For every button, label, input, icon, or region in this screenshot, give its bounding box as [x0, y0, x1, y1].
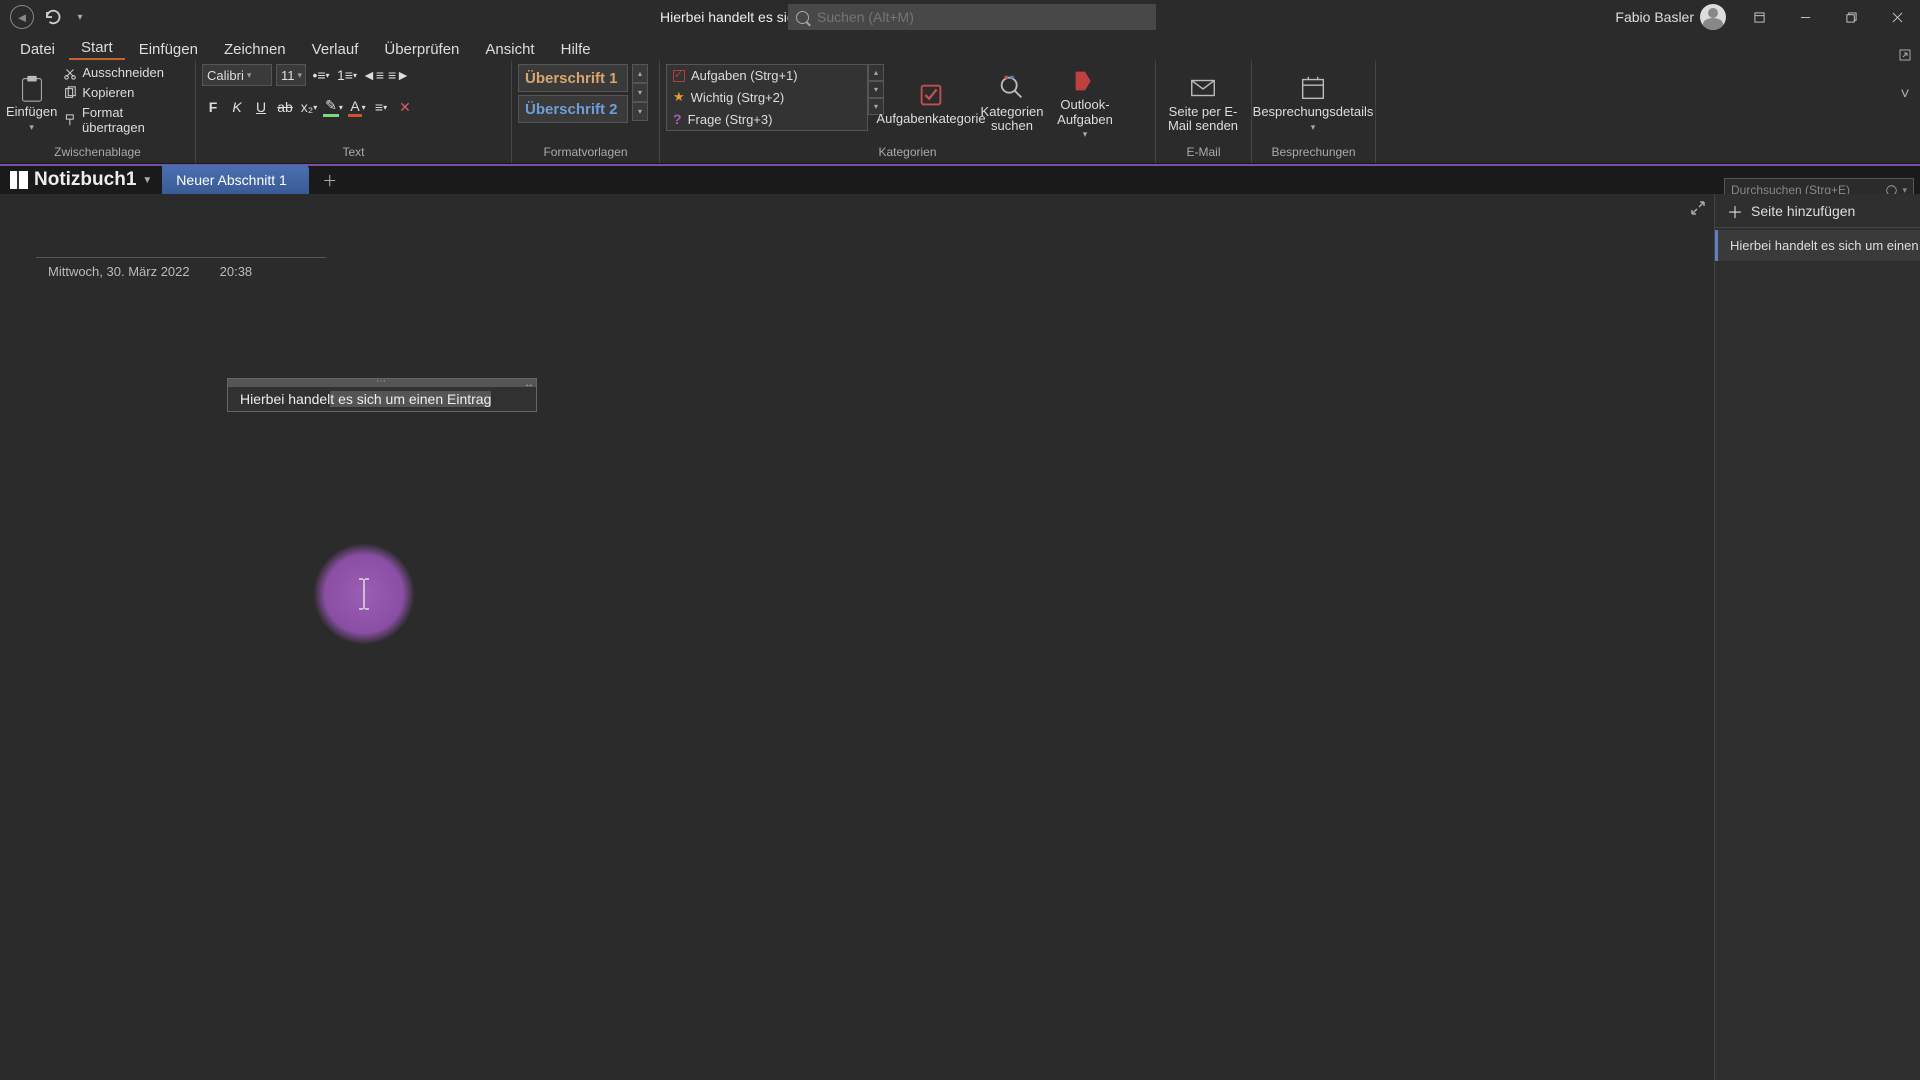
note-drag-handle[interactable]: ↔	[228, 379, 536, 387]
notebook-selector[interactable]: Notizbuch1 ▼	[0, 169, 162, 191]
ribbon-options-button[interactable]	[1896, 46, 1914, 64]
group-tags-label: Kategorien	[666, 143, 1149, 161]
group-text-label: Text	[202, 143, 505, 161]
tab-file[interactable]: Datei	[8, 37, 67, 60]
add-page-button[interactable]: ＋ Seite hinzufügen	[1715, 194, 1920, 228]
notebook-bar: Notizbuch1 ▼ Neuer Abschnitt 1 ＋	[0, 164, 1920, 194]
user-name[interactable]: Fabio Basler	[1615, 9, 1694, 25]
styles-down-button[interactable]: ▾	[632, 83, 648, 102]
underline-button[interactable]: U	[250, 96, 272, 118]
add-section-button[interactable]: ＋	[317, 167, 343, 193]
tag-important[interactable]: ★Wichtig (Strg+2)	[667, 86, 867, 108]
outlook-tasks-button[interactable]: Outlook-Aufgaben ▾	[1054, 64, 1116, 142]
page-title-area[interactable]	[36, 254, 326, 258]
style-heading2[interactable]: Überschrift 2	[518, 95, 628, 123]
tag-todo[interactable]: Aufgaben (Strg+1)	[667, 65, 867, 86]
chevron-down-icon: ▼	[142, 175, 152, 186]
email-page-button[interactable]: Seite per E-Mail senden	[1162, 64, 1244, 142]
back-button[interactable]: ◄	[10, 5, 34, 29]
tab-review[interactable]: Überprüfen	[372, 37, 471, 60]
font-size-combo[interactable]: 11▾	[276, 64, 306, 86]
tab-insert[interactable]: Einfügen	[127, 37, 210, 60]
group-clipboard-label: Zwischenablage	[6, 143, 189, 161]
clear-formatting-button[interactable]: ✕	[394, 96, 416, 118]
strikethrough-button[interactable]: ab	[274, 96, 296, 118]
tags-down-button[interactable]: ▾	[868, 81, 884, 98]
title-bar: ◄ ▾ Hierbei handelt es sich um einen Ein…	[0, 0, 1920, 34]
bullets-button[interactable]: •≡▾	[310, 64, 332, 86]
page-canvas[interactable]: Mittwoch, 30. März 2022 20:38 ↔ Hierbei …	[0, 194, 1714, 1080]
find-tags-button[interactable]: Kategorien suchen	[978, 64, 1046, 142]
font-color-button[interactable]: A▾	[346, 96, 368, 118]
checkbox-icon	[673, 70, 685, 82]
bold-button[interactable]: F	[202, 96, 224, 118]
subscript-button[interactable]: x₂▾	[298, 96, 320, 118]
meeting-details-button[interactable]: Besprechungsdetails ▾	[1258, 64, 1368, 142]
collapse-ribbon-button[interactable]: ˅	[1896, 86, 1914, 104]
format-painter-button[interactable]: Format übertragen	[61, 104, 189, 136]
avatar[interactable]	[1700, 4, 1726, 30]
section-tab[interactable]: Neuer Abschnitt 1	[162, 165, 309, 195]
align-button[interactable]: ≡▾	[370, 96, 392, 118]
note-text[interactable]: Hierbei handelt es sich um einen Eintrag	[228, 387, 536, 411]
font-name-combo[interactable]: Calibri▾	[202, 64, 272, 86]
page-time[interactable]: 20:38	[220, 264, 253, 279]
undo-button[interactable]	[42, 7, 62, 27]
group-email-label: E-Mail	[1162, 143, 1245, 161]
cursor-indicator	[314, 544, 414, 644]
tab-start[interactable]: Start	[69, 35, 125, 60]
question-icon: ?	[673, 111, 682, 127]
tag-question[interactable]: ?Frage (Strg+3)	[667, 108, 867, 130]
search-icon	[796, 11, 809, 24]
note-container[interactable]: ↔ Hierbei handelt es sich um einen Eintr…	[227, 378, 537, 412]
tab-help[interactable]: Hilfe	[549, 37, 603, 60]
menu-tabs: Datei Start Einfügen Zeichnen Verlauf Üb…	[0, 34, 1920, 60]
group-meetings-label: Besprechungen	[1258, 143, 1369, 161]
search-input[interactable]	[817, 9, 1148, 25]
tab-history[interactable]: Verlauf	[300, 37, 371, 60]
cut-button[interactable]: Ausschneiden	[61, 64, 189, 81]
qat-dropdown[interactable]: ▾	[70, 7, 90, 27]
note-resize-handle[interactable]: ↔	[524, 379, 534, 390]
style-heading1[interactable]: Überschrift 1	[518, 64, 628, 92]
maximize-button[interactable]	[1828, 0, 1874, 34]
styles-up-button[interactable]: ▴	[632, 64, 648, 83]
ribbon-display-button[interactable]	[1736, 0, 1782, 34]
tab-view[interactable]: Ansicht	[473, 37, 546, 60]
highlight-button[interactable]: ✎▾	[322, 96, 344, 118]
page-list-item[interactable]: Hierbei handelt es sich um einen	[1715, 230, 1920, 261]
copy-button[interactable]: Kopieren	[61, 84, 189, 101]
outdent-button[interactable]: ◄≡	[362, 64, 384, 86]
tab-draw[interactable]: Zeichnen	[212, 37, 298, 60]
close-button[interactable]	[1874, 0, 1920, 34]
minimize-button[interactable]	[1782, 0, 1828, 34]
notebook-icon	[10, 171, 28, 189]
tags-up-button[interactable]: ▴	[868, 64, 884, 81]
expand-page-button[interactable]	[1690, 200, 1710, 220]
numbering-button[interactable]: 1≡▾	[336, 64, 358, 86]
ribbon: ˅ Einfügen ▾ Ausschneiden Kopieren Forma…	[0, 60, 1920, 164]
page-date[interactable]: Mittwoch, 30. März 2022	[48, 264, 190, 279]
plus-icon: ＋	[1727, 199, 1743, 223]
search-box[interactable]	[788, 4, 1156, 30]
group-styles-label: Formatvorlagen	[518, 143, 653, 161]
star-icon: ★	[673, 89, 685, 105]
paste-button[interactable]: Einfügen ▾	[6, 64, 57, 142]
tag-category-button[interactable]: Aufgabenkategorie	[892, 64, 970, 142]
italic-button[interactable]: K	[226, 96, 248, 118]
styles-more-button[interactable]: ▾	[632, 102, 648, 121]
page-list-panel: ＋ Seite hinzufügen Hierbei handelt es si…	[1714, 194, 1920, 1080]
indent-button[interactable]: ≡►	[388, 64, 410, 86]
